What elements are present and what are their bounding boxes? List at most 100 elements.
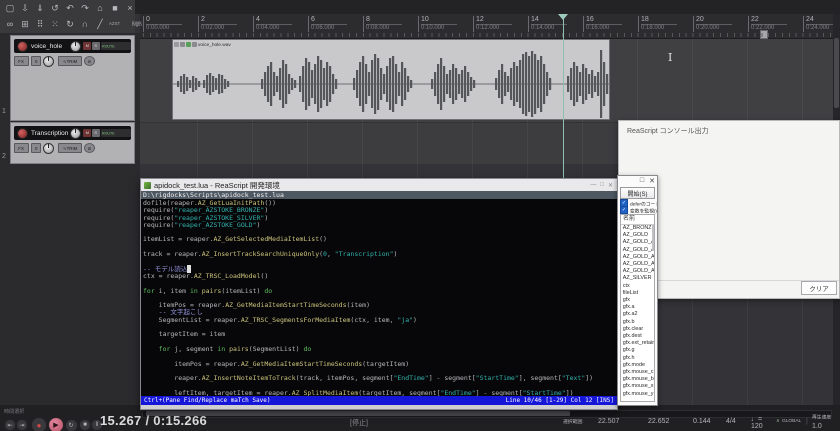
link-icon[interactable]: ∞ (4, 18, 16, 30)
media-item-voice-hole[interactable]: voice_hole.wav (172, 39, 610, 120)
snap-icon[interactable]: ⠿ (34, 18, 46, 30)
watch-variable-list[interactable]: 名前 AZ_BRONZEAZ_GOLDAZ_GOLD_AAZ_GOLD_AAZ_… (620, 214, 655, 402)
watch-scrollbar-thumb[interactable] (652, 225, 654, 251)
volume-knob[interactable] (70, 128, 81, 139)
time-selection-marker[interactable] (760, 30, 768, 39)
record-button[interactable]: ● (31, 417, 47, 431)
record-arm-button[interactable] (17, 128, 28, 139)
watch-variable[interactable]: AZ_GOLD_A (621, 247, 651, 253)
code-line[interactable]: track = reaper.AZ_InsertTrackSearchUniqu… (143, 251, 617, 258)
fx-button[interactable]: FX (14, 56, 29, 66)
checkbox-icon[interactable]: ✓ (620, 206, 628, 214)
stop-button[interactable]: ■ (79, 419, 91, 431)
watch-variable[interactable]: AZ_GOLD_A (621, 254, 651, 260)
item-lock-icon[interactable] (174, 42, 179, 47)
watch-variable[interactable]: fileList (621, 290, 651, 296)
playhead-marker[interactable] (558, 14, 568, 20)
time-signature[interactable]: 4/4 (726, 418, 736, 425)
item-env-icon[interactable] (186, 42, 191, 47)
item-mute-icon[interactable] (180, 42, 185, 47)
watch-variable[interactable]: gfx (621, 297, 651, 303)
code-line[interactable] (143, 258, 617, 265)
watch-variable[interactable]: AZ_SILVER (621, 276, 651, 282)
window-control-icon[interactable]: — (590, 182, 596, 189)
fx-button[interactable]: FX (14, 143, 29, 153)
track-name[interactable]: Transcription (31, 130, 70, 137)
env-button[interactable]: ⊘ (84, 56, 95, 66)
code-line[interactable]: itemPos = reaper.AZ_GetMediaItemStartTim… (143, 302, 617, 309)
code-line[interactable]: ctx = reaper.AZ_TRSC_LoadModel() (143, 273, 617, 280)
undo-icon[interactable]: ↶ (64, 2, 76, 14)
tempo-display[interactable]: ♩=120 (751, 416, 763, 430)
ide-title-bar[interactable]: apidock_test.lua - ReaScript 開発環境 —□✕ (141, 179, 617, 191)
watch-variable[interactable]: gfx.dest (621, 333, 651, 339)
redo-icon[interactable]: ↷ (79, 2, 91, 14)
code-line[interactable]: for j, segment in pairs(SegmentList) do (143, 346, 617, 353)
code-line[interactable]: itemPos = reaper.AZ_GetMediaItemStartTim… (143, 361, 617, 368)
mute-button[interactable]: M (83, 42, 91, 50)
solo-button[interactable]: S (92, 129, 100, 137)
save-as-icon[interactable]: ⇓ (34, 2, 46, 14)
watch-variable[interactable]: gfx.mouse_c (621, 369, 651, 375)
code-line[interactable]: targetItem = item (143, 331, 617, 338)
route-button[interactable]: ROUTE (101, 129, 131, 137)
ide-resize-edge[interactable] (141, 405, 617, 409)
code-line[interactable]: reaper.AZ_InsertNoteItemToTrack(track, i… (143, 375, 617, 382)
code-line[interactable]: SegmentList = reaper.AZ_TRSC_SegmentsFor… (143, 317, 617, 324)
watch-checkbox-variables[interactable]: ✓ 変数を監視(W) (620, 206, 657, 214)
inactive-square-icon[interactable]: ■ (109, 2, 121, 14)
window-control-icon[interactable]: ✕ (608, 182, 613, 189)
horizontal-scrollbar[interactable] (142, 410, 832, 418)
selection-start[interactable]: 22.507 (598, 418, 619, 425)
track-name[interactable]: voice_hole (31, 43, 70, 50)
watch-variable[interactable]: gfx.a2 (621, 312, 651, 318)
start-button[interactable]: 開始(S) (620, 187, 655, 199)
pan-knob[interactable] (43, 56, 54, 67)
watch-caption-buttons[interactable]: □ ✕ (640, 177, 655, 185)
close-icon[interactable]: × (124, 2, 136, 14)
loop-icon[interactable]: ↻ (64, 18, 76, 30)
pan-knob[interactable] (43, 143, 54, 154)
mute-button[interactable]: M (83, 129, 91, 137)
fx-count[interactable]: 0 (31, 56, 41, 66)
watch-variable[interactable]: gfx.mouse_y (621, 391, 651, 397)
trim-button[interactable]: ∿TRIM (58, 143, 82, 153)
track-panel-voice-hole[interactable]: voice_hole M S ROUTE FX 0 ∿TRIM ⊘ (10, 35, 135, 121)
trim-button[interactable]: ∿TRIM (58, 56, 82, 66)
selection-end[interactable]: 22.652 (648, 418, 669, 425)
item-notes-icon[interactable] (192, 42, 197, 47)
save-project-icon[interactable]: ⇩ (19, 2, 31, 14)
watch-variable[interactable]: AZ_GOLD_A (621, 269, 651, 275)
vertical-scrollbar-thumb[interactable] (834, 38, 839, 108)
track-panel-transcription[interactable]: Transcription M S ROUTE FX 0 ∿TRIM ⊘ (10, 122, 135, 164)
dots-grid-icon[interactable]: ⁙ (49, 18, 61, 30)
watch-variable[interactable]: gfx.mouse_b (621, 377, 651, 383)
solo-button[interactable]: S (92, 42, 100, 50)
watch-variable[interactable]: gfx.ext_retain (621, 341, 651, 347)
code-line[interactable]: for i, item in pairs(itemList) do (143, 288, 617, 295)
record-arm-button[interactable] (17, 41, 28, 52)
grid-icon[interactable]: ⊞ (19, 18, 31, 30)
watch-variable[interactable]: gfx.clear (621, 326, 651, 332)
code-line[interactable]: require("reaper_AZSTOKE_GOLD") (143, 222, 617, 229)
project-settings-icon[interactable]: ⌂ (94, 2, 106, 14)
horizontal-scrollbar-thumb[interactable] (146, 411, 570, 416)
go-to-end-button[interactable]: ⇥ (16, 419, 28, 431)
clear-button[interactable]: クリア (801, 281, 837, 295)
watch-variable[interactable]: gfx.b (621, 319, 651, 325)
close-icon[interactable]: ✕ (649, 177, 655, 185)
env-button[interactable]: ⊘ (84, 143, 95, 153)
new-project-icon[interactable]: ▢ (4, 2, 16, 14)
ide-caption-buttons[interactable]: —□✕ (590, 182, 613, 189)
maximize-icon[interactable]: □ (640, 177, 644, 185)
watch-variable[interactable]: gfx.mode (621, 362, 651, 368)
watch-variable[interactable]: gfx.g (621, 348, 651, 354)
global-automation-button[interactable]: ∧ GLOBAL (776, 418, 814, 427)
watch-variable[interactable]: gfx.a (621, 305, 651, 311)
watch-variable[interactable]: ctx (621, 283, 651, 289)
watch-variable[interactable]: gfx.h (621, 355, 651, 361)
insert-region-button[interactable]: Inser regio (132, 22, 142, 26)
volume-knob[interactable] (70, 41, 81, 52)
watch-variable[interactable]: AZ_GOLD (621, 233, 651, 239)
go-to-start-button[interactable]: ⇤ (4, 419, 16, 431)
